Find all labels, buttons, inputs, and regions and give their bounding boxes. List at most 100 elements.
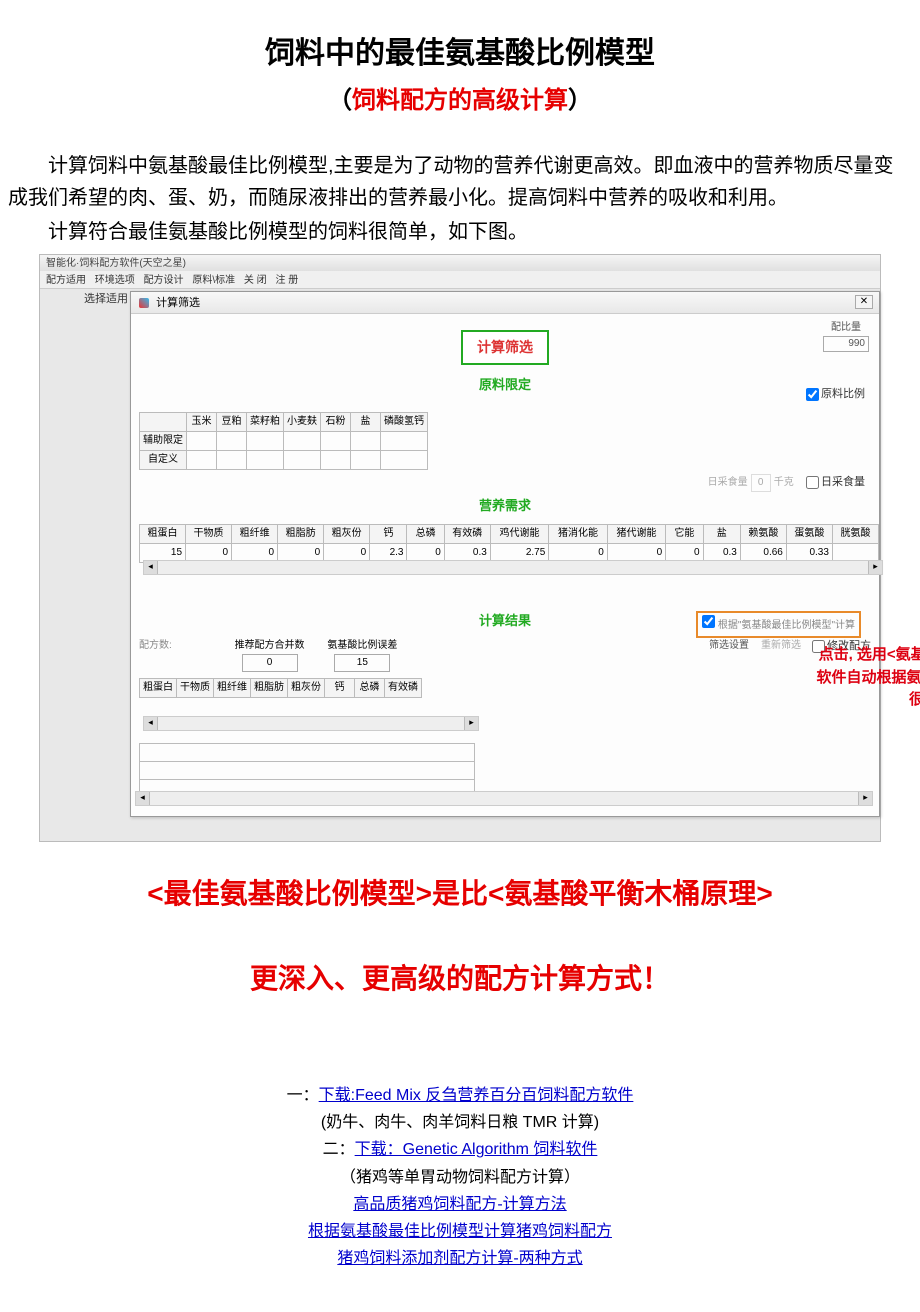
nutrient-header: 胱氨酸	[832, 525, 878, 544]
daily-feed-input[interactable]: 0	[751, 474, 771, 492]
scroll-left-icon[interactable]: ◂	[144, 561, 158, 574]
scroll-right-icon[interactable]: ▸	[858, 792, 872, 805]
page-title: 饲料中的最佳氨基酸比例模型	[8, 30, 912, 78]
nutrient-header: 粗脂肪	[278, 525, 324, 544]
material-header: 小麦麸	[284, 412, 321, 431]
result-header: 粗蛋白	[140, 679, 177, 698]
nutrient-header: 它能	[666, 525, 703, 544]
dl-label-1: 一：	[287, 1087, 319, 1104]
aa-err-input[interactable]: 15	[334, 654, 390, 672]
nutrient-header: 钙	[370, 525, 407, 544]
result-header: 总磷	[355, 679, 385, 698]
nutrient-header: 鸡代谢能	[490, 525, 548, 544]
conclusion-line-1: <最佳氨基酸比例模型>是比<氨基酸平衡木桶原理>	[8, 872, 912, 917]
result-header: 有效磷	[385, 679, 422, 698]
red-callout: 点击, 选用<氨基酸最佳比例模型计算> 软件自动根据氨基酸比例模型计算配方 很简…	[789, 644, 920, 712]
daily-feed-chk-label: 日采食量	[821, 476, 865, 488]
download-link-4[interactable]: 根据氨基酸最佳比例模型计算猪鸡饲料配方	[308, 1223, 612, 1240]
material-ratio-checkbox[interactable]	[806, 388, 819, 401]
daily-feed-checkbox[interactable]	[806, 476, 819, 489]
subtitle-open: （	[328, 87, 352, 114]
merge-input[interactable]: 0	[242, 654, 298, 672]
custom-row: 自定义	[140, 450, 428, 469]
custom-label: 自定义	[140, 450, 187, 469]
subtitle-red: 饲料配方的高级计算	[352, 87, 568, 114]
close-button[interactable]: ✕	[855, 295, 873, 309]
material-header: 玉米	[187, 412, 217, 431]
dl-note-1: (奶牛、肉牛、肉羊饲料日粮 TMR 计算)	[8, 1109, 912, 1136]
merge-label: 推荐配方合并数	[235, 638, 305, 654]
section-nutrient-demand: 营养需求	[479, 498, 531, 513]
scroll-left-icon[interactable]: ◂	[136, 792, 150, 805]
nutrient-header: 蛋氨酸	[786, 525, 832, 544]
result-header: 钙	[325, 679, 355, 698]
nutrient-header: 有效磷	[444, 525, 490, 544]
nutrient-header-row: 粗蛋白 干物质 粗纤维 粗脂肪 粗灰份 钙 总磷 有效磷 鸡代谢能 猪消化能 猪…	[140, 525, 879, 544]
menu-item[interactable]: 配方设计	[144, 275, 184, 286]
nutrient-header: 赖氨酸	[740, 525, 786, 544]
paragraph-1: 计算饲料中氨基酸最佳比例模型,主要是为了动物的营养代谢更高效。即血液中的营养物质…	[8, 150, 912, 214]
paragraph-2: 计算符合最佳氨基酸比例模型的饲料很简单，如下图。	[8, 216, 912, 248]
scroll-right-icon[interactable]: ▸	[464, 717, 478, 730]
callout-line-1: 点击, 选用<氨基酸最佳比例模型计算>	[789, 644, 920, 667]
menu-item[interactable]: 原料\标准	[192, 275, 235, 286]
aux-limit-label: 辅助限定	[140, 431, 187, 450]
callout-line-3: 很简单!!!!!	[789, 689, 920, 712]
aa-err-label: 氨基酸比例误差	[327, 638, 397, 654]
recipe-count-label: 配方数:	[139, 640, 172, 651]
daily-feed-unit: 千克	[774, 477, 794, 488]
download-link-3[interactable]: 高品质猪鸡饲料配方-计算方法	[353, 1196, 566, 1213]
menu-item[interactable]: 注 册	[275, 275, 298, 286]
result-header: 粗纤维	[214, 679, 251, 698]
nutrient-header: 总磷	[407, 525, 444, 544]
menu-item[interactable]: 配方适用	[46, 275, 86, 286]
select-apply-button[interactable]: 选择适用	[84, 291, 128, 309]
menu-item[interactable]: 关 闭	[244, 275, 267, 286]
section-calc-result: 计算结果	[479, 613, 531, 628]
nutrient-header: 干物质	[186, 525, 232, 544]
callout-line-2: 软件自动根据氨基酸比例模型计算配方	[789, 667, 920, 690]
filter-setting-link[interactable]: 筛选设置	[709, 638, 749, 654]
result-header: 干物质	[177, 679, 214, 698]
result-header-row: 粗蛋白 干物质 粗纤维 粗脂肪 粗灰份 钙 总磷 有效磷	[140, 679, 422, 698]
download-link-1[interactable]: 下载:Feed Mix 反刍营养百分百饲料配方软件	[319, 1087, 634, 1104]
nutrient-header: 粗蛋白	[140, 525, 186, 544]
calc-filter-button[interactable]: 计算筛选	[461, 330, 549, 364]
page-subtitle: （饲料配方的高级计算）	[8, 82, 912, 120]
conclusion-line-2: 更深入、更高级的配方计算方式！	[8, 957, 912, 1002]
window-titlebar: 智能化·饲料配方软件(天空之星)	[40, 255, 880, 271]
result-header: 粗灰份	[288, 679, 325, 698]
material-header: 磷酸氢钙	[381, 412, 428, 431]
material-header: 豆粕	[217, 412, 247, 431]
section-material-limit: 原料限定	[479, 377, 531, 392]
batch-label: 配比量	[823, 320, 869, 336]
menu-item[interactable]: 环境选项	[95, 275, 135, 286]
aa-model-label: 根据"氨基酸最佳比例模型"计算	[718, 620, 855, 631]
download-link-2[interactable]: 下载：Genetic Algorithm 饲料软件	[355, 1141, 598, 1158]
material-header: 菜籽粕	[247, 412, 284, 431]
dialog-titlebar: 计算筛选 ✕	[131, 292, 879, 314]
download-block: 一：下载:Feed Mix 反刍营养百分百饲料配方软件 (奶牛、肉牛、肉羊饲料日…	[8, 1082, 912, 1272]
menubar: 配方适用 环境选项 配方设计 原料\标准 关 闭 注 册	[40, 271, 880, 289]
download-link-5[interactable]: 猪鸡饲料添加剂配方计算-两种方式	[337, 1250, 582, 1267]
scroll-right-icon[interactable]: ▸	[868, 561, 882, 574]
material-header-row: 玉米 豆粕 菜籽粕 小麦麸 石粉 盐 磷酸氢钙	[140, 412, 428, 431]
material-ratio-label: 原料比例	[821, 388, 865, 400]
batch-input[interactable]: 990	[823, 336, 869, 352]
software-screenshot: 智能化·饲料配方软件(天空之星) 配方适用 环境选项 配方设计 原料\标准 关 …	[39, 254, 881, 842]
nutrient-header: 粗灰份	[324, 525, 370, 544]
aa-model-checkbox[interactable]	[702, 615, 715, 628]
scroll-left-icon[interactable]: ◂	[144, 717, 158, 730]
nutrient-header: 猪消化能	[549, 525, 607, 544]
dialog-title: 计算筛选	[156, 297, 200, 309]
dialog-icon	[139, 298, 149, 308]
nutrient-header: 粗纤维	[232, 525, 278, 544]
dl-note-2: （猪鸡等单胃动物饲料配方计算）	[8, 1164, 912, 1191]
result-header: 粗脂肪	[251, 679, 288, 698]
nutrient-header: 盐	[703, 525, 740, 544]
aux-limit-row: 辅助限定	[140, 431, 428, 450]
daily-feed-label: 日采食量	[708, 477, 748, 488]
nutrient-header: 猪代谢能	[607, 525, 665, 544]
dl-label-2: 二：	[323, 1141, 355, 1158]
material-header: 盐	[351, 412, 381, 431]
